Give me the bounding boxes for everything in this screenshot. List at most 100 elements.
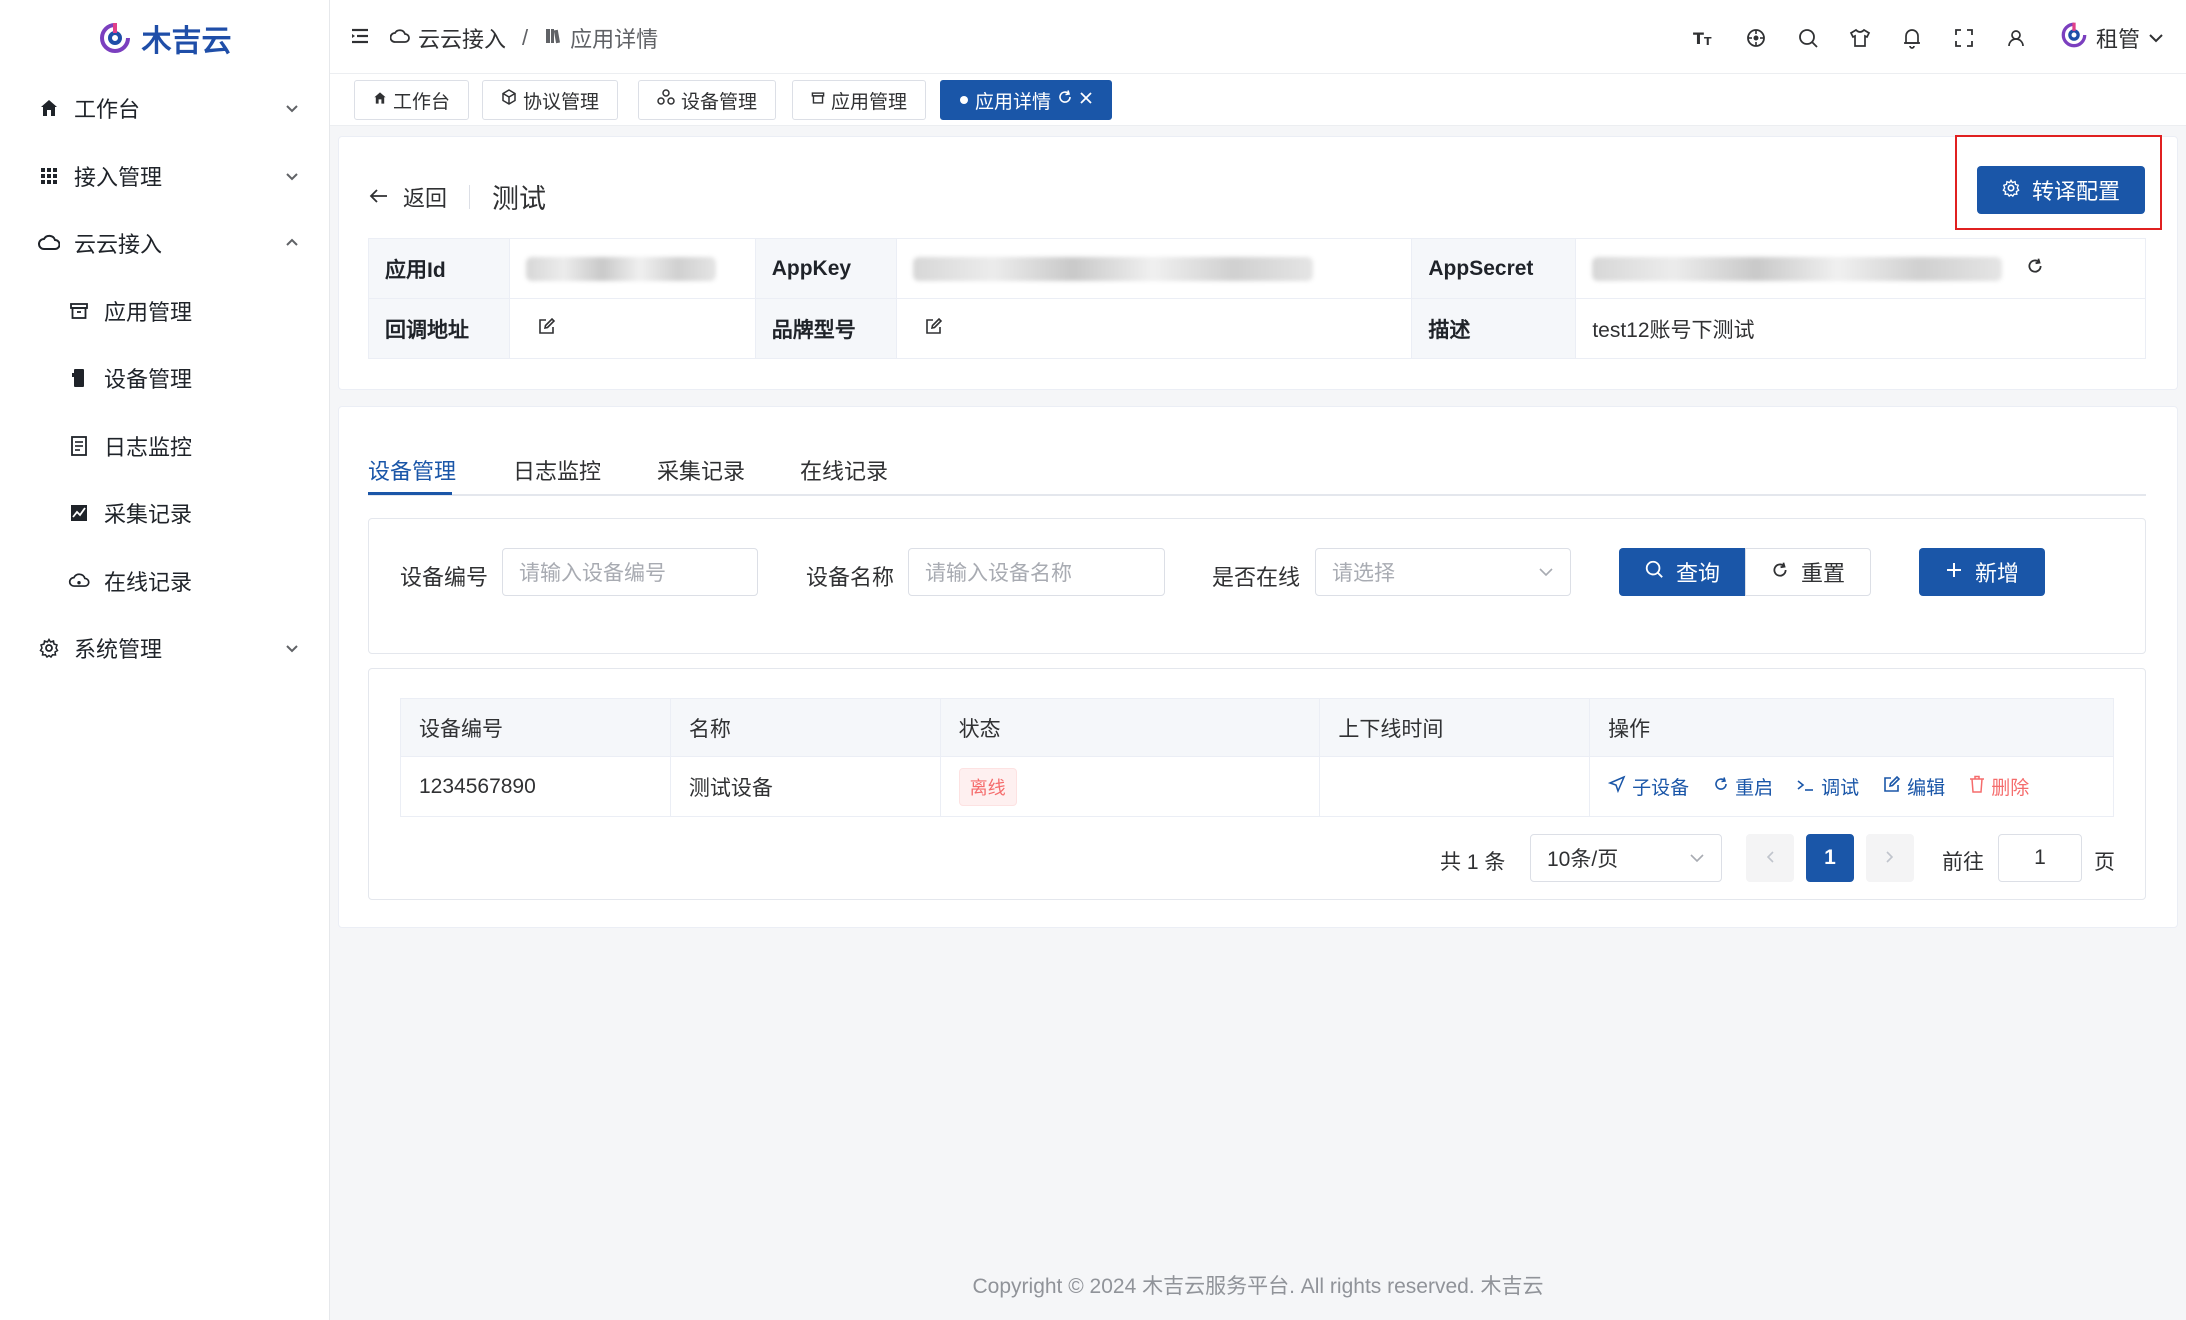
sidebar-item-cloud-access[interactable]: 云云接入 [0, 215, 330, 271]
search-icon[interactable] [1782, 18, 1834, 58]
bell-icon[interactable] [1886, 18, 1938, 58]
debug-button[interactable]: 调试 [1797, 773, 1859, 800]
sub-device-button[interactable]: 子设备 [1608, 773, 1689, 800]
divider [469, 184, 471, 209]
app-id-label: 应用Id [368, 238, 510, 299]
sidebar-item-label: 工作台 [74, 97, 141, 122]
delete-button[interactable]: 删除 [1969, 773, 2029, 800]
restart-button[interactable]: 重启 [1713, 773, 1773, 800]
back-link[interactable]: 返回 测试 [369, 177, 546, 216]
description-label: 描述 [1411, 298, 1577, 359]
goto-page-input[interactable]: 1 [1998, 834, 2082, 882]
edit-button[interactable]: 编辑 [1883, 773, 1945, 800]
home-icon [373, 89, 387, 111]
sidebar-item-online-records[interactable]: 在线记录 [0, 553, 330, 609]
menu-toggle-icon[interactable] [350, 26, 370, 46]
tag-app-detail[interactable]: 应用详情 [940, 80, 1113, 120]
refresh-icon[interactable] [2026, 257, 2044, 280]
actions-cell: 子设备 重启 调试 编辑 删除 [1589, 756, 2114, 817]
tab-device-management[interactable]: 设备管理 [368, 454, 456, 486]
edit-icon[interactable] [538, 317, 556, 340]
chevron-right-icon [1885, 846, 1895, 870]
sidebar-item-label: 接入管理 [74, 165, 163, 190]
highlight-box [1955, 135, 2162, 230]
tags-view: 工作台 协议管理 设备管理 应用管理 应用详情 [330, 74, 2186, 126]
tab-collection-records[interactable]: 采集记录 [657, 454, 745, 486]
chevron-down-icon [1538, 560, 1554, 584]
sidebar-item-device-management[interactable]: 设备管理 [0, 350, 330, 406]
online-time-cell [1319, 756, 1591, 817]
sidebar-item-collection-records[interactable]: 采集记录 [0, 485, 330, 541]
sidebar-item-system-management[interactable]: 系统管理 [0, 620, 330, 676]
device-icon [68, 367, 90, 389]
sidebar-item-app-management[interactable]: 应用管理 [0, 283, 330, 339]
callback-url-value [508, 298, 756, 359]
back-label: 返回 [403, 185, 448, 211]
breadcrumb-item[interactable]: 云云接入 [418, 22, 506, 54]
refresh-icon[interactable] [1057, 89, 1073, 111]
column-header: 上下线时间 [1319, 698, 1591, 757]
book-icon [544, 25, 562, 51]
prev-page-button[interactable] [1746, 834, 1794, 882]
edit-icon[interactable] [925, 317, 943, 340]
tab-online-records[interactable]: 在线记录 [800, 454, 888, 486]
svg-text:T: T [1704, 35, 1712, 48]
redacted-value [525, 256, 716, 281]
gear-icon [38, 637, 60, 659]
chevron-down-icon [1689, 846, 1705, 870]
page-number-current[interactable]: 1 [1806, 834, 1854, 882]
query-button[interactable]: 查询 [1619, 548, 1745, 596]
status-cell: 离线 [939, 756, 1321, 817]
font-size-icon[interactable]: TT [1678, 18, 1730, 58]
theme-shirt-icon[interactable] [1834, 18, 1886, 58]
page-size-select[interactable]: 10条/页 [1530, 834, 1722, 882]
sidebar-item-access-management[interactable]: 接入管理 [0, 148, 330, 204]
search-icon [1644, 559, 1664, 585]
cloud-sync-icon [68, 570, 90, 592]
user-menu[interactable]: 租管 [2042, 21, 2186, 55]
next-page-button[interactable] [1866, 834, 1914, 882]
cloud-icon [389, 25, 410, 51]
tag-app-management[interactable]: 应用管理 [792, 80, 927, 120]
logo[interactable]: 木吉云 [0, 0, 329, 76]
fullscreen-icon[interactable] [1938, 18, 1990, 58]
tab-log-monitor[interactable]: 日志监控 [513, 454, 601, 486]
close-icon[interactable] [1079, 89, 1093, 111]
query-label: 查询 [1675, 561, 1720, 586]
sidebar-item-label: 云云接入 [74, 232, 163, 257]
tag-protocol-management[interactable]: 协议管理 [482, 80, 619, 120]
chevron-down-icon [284, 100, 300, 116]
locate-icon[interactable] [1730, 18, 1782, 58]
sidebar-item-label: 系统管理 [74, 637, 163, 662]
device-code-input[interactable]: 请输入设备编号 [502, 548, 758, 596]
device-table: 设备编号 名称 状态 上下线时间 操作 1234567890 测试设备 离线 子… [400, 698, 2114, 817]
user-icon[interactable] [1990, 18, 2042, 58]
chevron-down-icon [284, 168, 300, 184]
reset-button[interactable]: 重置 [1745, 548, 1871, 596]
archive-icon [811, 89, 825, 111]
username: 租管 [2095, 27, 2140, 52]
tag-device-management[interactable]: 设备管理 [638, 80, 777, 120]
online-status-select[interactable]: 请选择 [1315, 548, 1571, 596]
column-header: 名称 [669, 698, 941, 757]
arrow-left-icon [369, 184, 389, 210]
brand-logo-icon [98, 21, 132, 55]
plus-icon [1945, 559, 1963, 585]
column-header: 状态 [939, 698, 1321, 757]
active-dot-icon [959, 89, 969, 111]
tag-workbench[interactable]: 工作台 [354, 80, 470, 120]
op-label: 子设备 [1632, 778, 1690, 799]
sidebar-item-workbench[interactable]: 工作台 [0, 80, 330, 136]
device-name-input[interactable]: 请输入设备名称 [908, 548, 1165, 596]
app-id-value [508, 238, 756, 299]
add-button[interactable]: 新增 [1919, 548, 2045, 596]
brand-model-label: 品牌型号 [754, 298, 897, 359]
breadcrumb: 云云接入 / 应用详情 [389, 22, 658, 54]
brand-model-value [895, 298, 1413, 359]
header-tools: TT 租管 [1678, 18, 2186, 58]
tag-label: 设备管理 [681, 91, 758, 113]
sidebar-item-log-monitor[interactable]: 日志监控 [0, 418, 330, 474]
chevron-down-icon [284, 640, 300, 656]
sidebar-item-label: 在线记录 [104, 570, 193, 595]
page-title: 测试 [492, 184, 547, 214]
